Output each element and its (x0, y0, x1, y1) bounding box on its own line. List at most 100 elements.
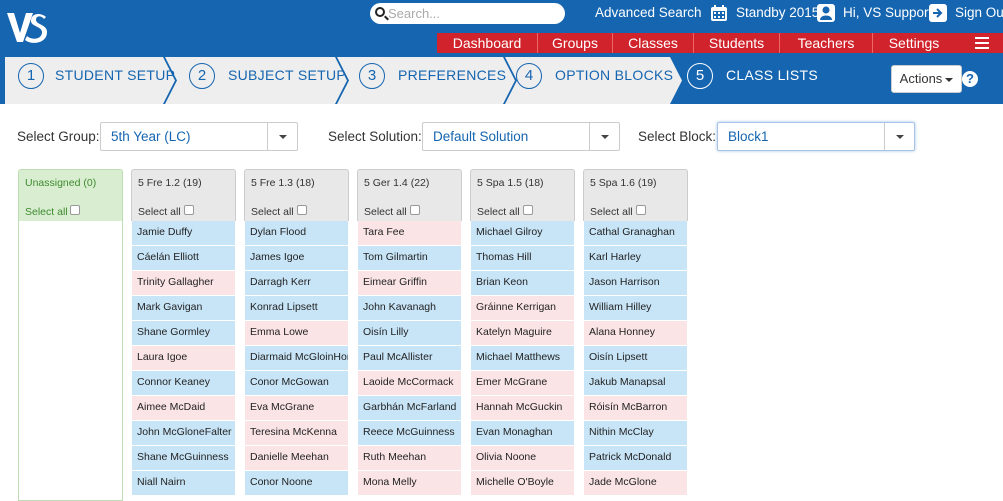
select-all-label: Select all (477, 206, 520, 218)
student-item[interactable]: Evan Monaghan (470, 421, 575, 446)
search-box[interactable] (370, 3, 565, 24)
group-select[interactable]: 5th Year (LC) (100, 122, 298, 151)
student-item[interactable]: Teresina McKenna (244, 421, 349, 446)
nav-classes[interactable]: Classes (613, 33, 694, 53)
student-item[interactable]: Trinity Gallagher (131, 271, 236, 296)
student-item[interactable]: Michael Gilroy (470, 221, 575, 246)
advanced-search-link[interactable]: Advanced Search (595, 5, 702, 20)
student-item[interactable]: John McGloneFalter (131, 421, 236, 446)
student-item[interactable]: Karl Harley (583, 246, 688, 271)
block-label: Select Block: (638, 129, 717, 144)
student-item[interactable]: Garbhán McFarland (357, 396, 462, 421)
student-item[interactable]: Katelyn Maguire (470, 321, 575, 346)
student-item[interactable]: Gráinne Kerrigan (470, 296, 575, 321)
student-item[interactable]: Shane Gormley (131, 321, 236, 346)
nav-settings[interactable]: Settings (873, 33, 955, 53)
column-title: 5 Fre 1.2 (19) (138, 177, 202, 189)
student-item[interactable]: John Kavanagh (357, 296, 462, 321)
actions-dropdown-button[interactable]: Actions (891, 65, 962, 93)
select-all-checkbox[interactable] (523, 205, 533, 215)
student-item[interactable]: Jamie Duffy (131, 221, 236, 246)
student-item[interactable]: Oisín Lipsett (583, 346, 688, 371)
student-item[interactable]: Eimear Griffin (357, 271, 462, 296)
student-item[interactable]: James Igoe (244, 246, 349, 271)
student-item[interactable]: Tara Fee (357, 221, 462, 246)
group-label: Select Group: (17, 129, 100, 144)
menu-icon[interactable] (975, 37, 989, 49)
student-item[interactable]: Aimee McDaid (131, 396, 236, 421)
student-item[interactable]: Shane McGuinness (131, 446, 236, 471)
block-select[interactable]: Block1 (717, 122, 915, 151)
student-item[interactable]: Conor McGowan (244, 371, 349, 396)
student-list: Michael Gilroy Thomas Hill Brian Keon Gráin… (470, 221, 575, 496)
top-header: Advanced Search Standby 2015 Hi, VS Supp… (0, 0, 1003, 53)
student-item[interactable]: Reece McGuinness (357, 421, 462, 446)
student-item[interactable]: Oisín Lilly (357, 321, 462, 346)
student-item[interactable]: Mark Gavigan (131, 296, 236, 321)
solution-select[interactable]: Default Solution (422, 122, 620, 151)
student-item[interactable]: Nithin McClay (583, 421, 688, 446)
student-item[interactable]: Tom Gilmartin (357, 246, 462, 271)
student-item[interactable]: Cathal Granaghan (583, 221, 688, 246)
student-item[interactable]: Cáelán Elliott (131, 246, 236, 271)
student-item[interactable]: Patrick McDonald (583, 446, 688, 471)
select-all-checkbox[interactable] (184, 205, 194, 215)
student-item[interactable]: Hannah McGuckin (470, 396, 575, 421)
student-item[interactable]: Mona Melly (357, 471, 462, 496)
student-item[interactable]: Michelle O'Boyle (470, 471, 575, 496)
class-column: 5 Fre 1.2 (19) Select all Jamie Duffy Cáelá… (131, 169, 236, 499)
select-all-checkbox[interactable] (410, 205, 420, 215)
student-item[interactable]: Jakub Manapsal (583, 371, 688, 396)
vs-logo[interactable] (6, 9, 48, 45)
student-item[interactable]: Niall Nairn (131, 471, 236, 496)
user-icon (817, 4, 835, 22)
help-icon[interactable]: ? (962, 71, 978, 87)
step-label: STUDENT SETUP (55, 67, 176, 83)
student-item[interactable]: Danielle Meehan (244, 446, 349, 471)
student-item[interactable]: Jade McGlone (583, 471, 688, 496)
student-item[interactable]: Róisín McBarron (583, 396, 688, 421)
student-item[interactable]: Paul McAllister (357, 346, 462, 371)
student-item[interactable]: Brian Keon (470, 271, 575, 296)
group-value: 5th Year (LC) (111, 129, 191, 144)
class-column: 5 Spa 1.6 (19) Select all Cathal Granaghan… (583, 169, 688, 499)
select-all-checkbox[interactable] (297, 205, 307, 215)
student-item[interactable]: Konrad Lipsett (244, 296, 349, 321)
student-item[interactable]: Emma Lowe (244, 321, 349, 346)
student-item[interactable]: Ruth Meehan (357, 446, 462, 471)
select-all-checkbox[interactable] (70, 205, 80, 215)
year-selector[interactable]: Standby 2015 (736, 5, 819, 20)
student-item[interactable]: William Hilley (583, 296, 688, 321)
select-all-label: Select all (25, 206, 68, 218)
unassigned-dropzone[interactable] (18, 221, 123, 501)
nav-students[interactable]: Students (694, 33, 780, 53)
sign-out-link[interactable]: Sign Out (955, 5, 1003, 20)
student-item[interactable]: Laoide McCormack (357, 371, 462, 396)
user-menu[interactable]: Hi, VS Support (843, 5, 932, 20)
student-item[interactable]: Alana Honney (583, 321, 688, 346)
select-all-label: Select all (590, 206, 633, 218)
step-number: 1 (18, 63, 44, 89)
nav-teachers[interactable]: Teachers (780, 33, 873, 53)
student-item[interactable]: Laura Igoe (131, 346, 236, 371)
unassigned-column: Unassigned (0) Select all (18, 169, 123, 501)
student-item[interactable]: Dylan Flood (244, 221, 349, 246)
student-item[interactable]: Emer McGrane (470, 371, 575, 396)
nav-dashboard[interactable]: Dashboard (437, 33, 538, 53)
student-item[interactable]: Diarmaid McGloinHoma (244, 346, 349, 371)
student-list: Dylan Flood James Igoe Darragh Kerr Konrad … (244, 221, 349, 496)
student-item[interactable]: Michael Matthews (470, 346, 575, 371)
column-title: 5 Spa 1.5 (18) (477, 177, 544, 189)
select-all-checkbox[interactable] (636, 205, 646, 215)
nav-groups[interactable]: Groups (538, 33, 613, 53)
student-item[interactable]: Connor Keaney (131, 371, 236, 396)
search-input[interactable] (388, 5, 558, 22)
student-item[interactable]: Conor Noone (244, 471, 349, 496)
student-item[interactable]: Darragh Kerr (244, 271, 349, 296)
column-title: Unassigned (0) (25, 177, 97, 189)
student-item[interactable]: Thomas Hill (470, 246, 575, 271)
student-item[interactable]: Jason Harrison (583, 271, 688, 296)
student-item[interactable]: Eva McGrane (244, 396, 349, 421)
student-item[interactable]: Olivia Noone (470, 446, 575, 471)
calendar-icon (711, 5, 727, 21)
